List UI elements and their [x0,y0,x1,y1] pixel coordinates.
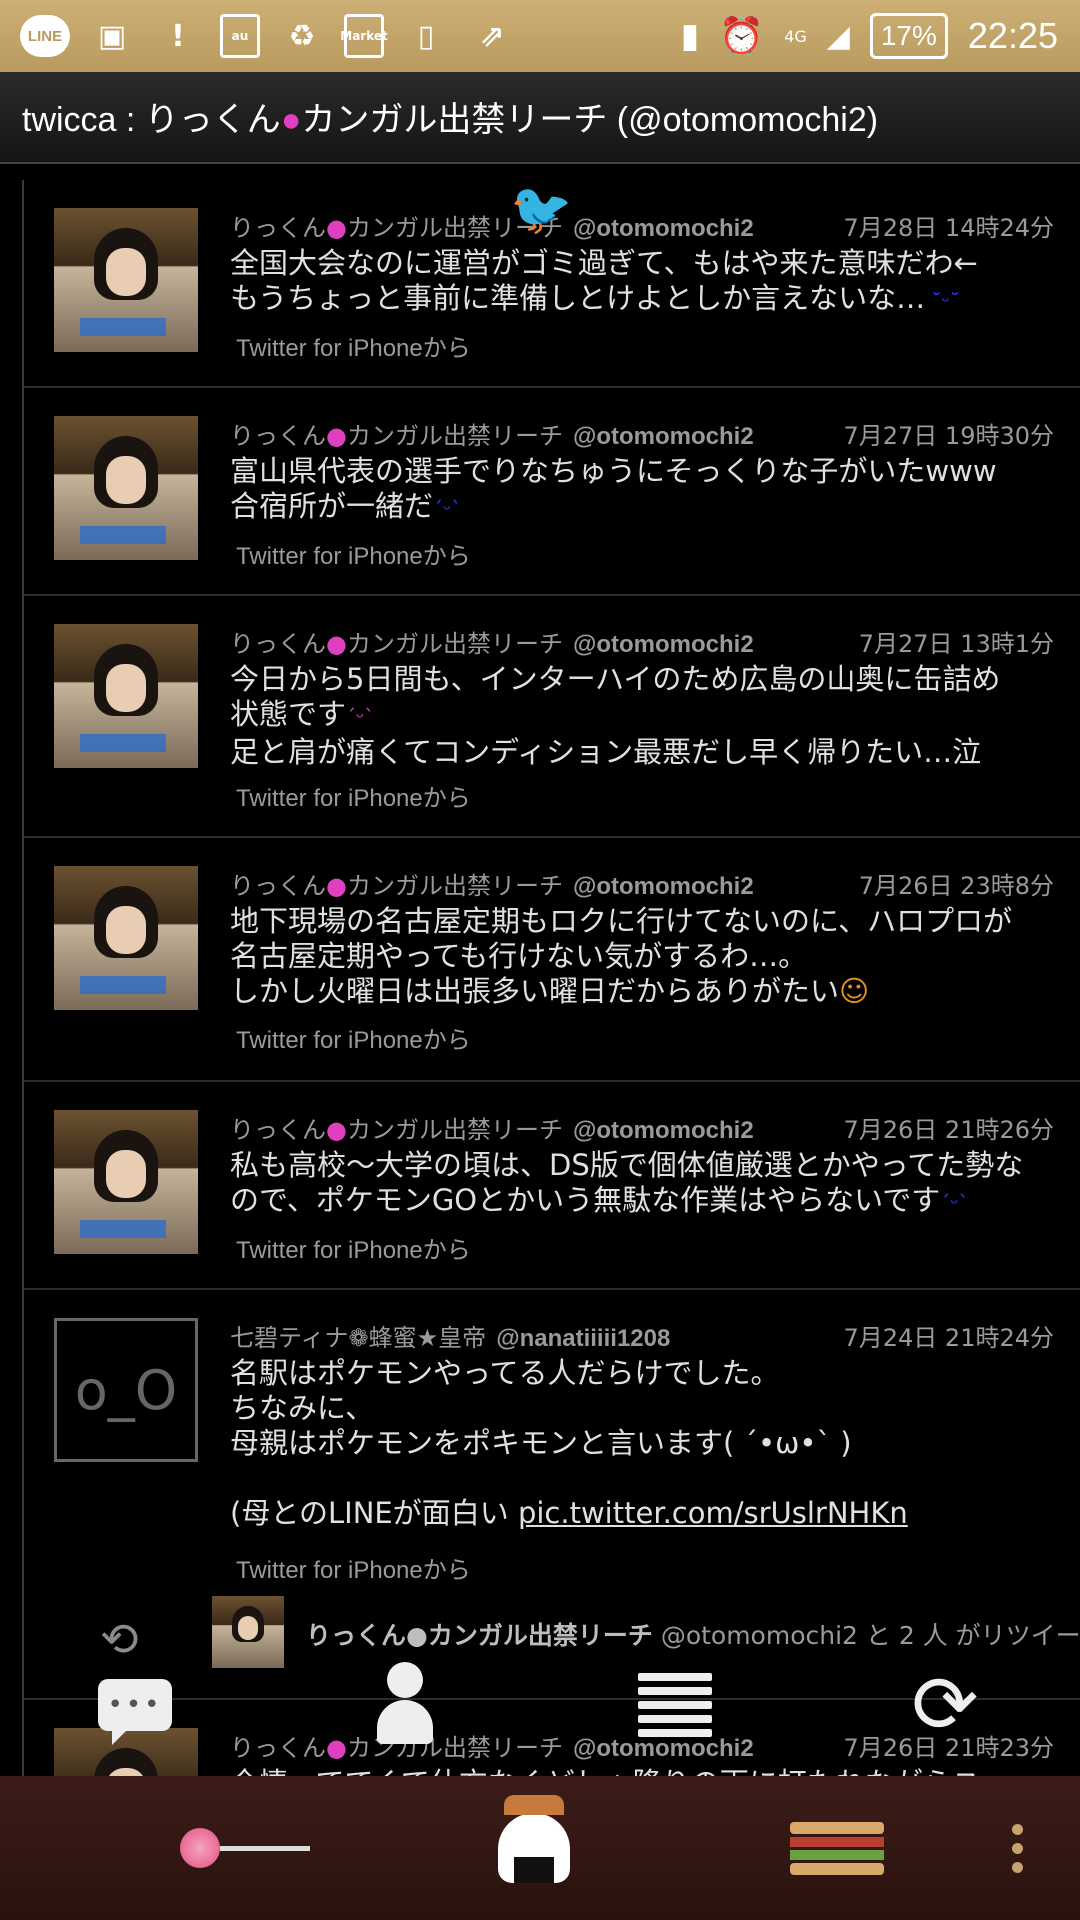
tweet-source: Twitter for iPhoneから [236,1557,471,1584]
peach-icon: ● [406,1621,428,1650]
clock: 22:25 [967,15,1058,56]
title-bar: twicca : りっくん●カンガル出禁リーチ (@otomomochi2) [0,72,1080,164]
overflow-menu-button[interactable] [1012,1806,1023,1890]
bottom-nav [0,1776,1080,1920]
network-indicator: 4G [784,26,807,46]
tweet-text: 地下現場の名古屋定期もロクに行けてないのに、ハロプロが 名古屋定期やっても行けな… [230,904,1013,1008]
timeline[interactable]: りっくん●カンガル出禁リーチ @otomomochi2 7月28日 14時24分 … [22,180,1080,1776]
tweet-author: りっくん●カンガル出禁リーチ [230,422,563,450]
battery-indicator: 17% [869,13,948,59]
tweet-handle[interactable]: @otomomochi2 [573,1117,754,1144]
tweet-time: 7月28日 14時24分 [843,214,1054,242]
tweet-text: 名駅はポケモンやってる人だらけでした。 ちなみに、 母親はポケモンをポキモンと言… [230,1356,908,1530]
refresh-icon: ⟳ [911,1658,979,1751]
tweet-handle[interactable]: @nanatiiiii1208 [496,1325,670,1352]
tweet-handle[interactable]: @otomomochi2 [573,423,754,450]
sandwich-icon [790,1821,884,1875]
tweet-header: りっくん●カンガル出禁リーチ @otomomochi2 7月27日 19時30分 [230,416,1054,452]
avatar[interactable] [54,624,198,768]
tweet-item[interactable]: o_O 七碧ティナ❁蜂蜜★皇帝 @nanatiiiii1208 7月24日 21時… [24,1290,1080,1700]
tweet-link[interactable]: pic.twitter.com/srUslrNHKn [518,1496,908,1530]
nav-back-button[interactable] [180,1806,310,1890]
tweet-header: 七碧ティナ❁蜂蜜★皇帝 @nanatiiiii1208 7月24日 21時24分 [230,1318,1054,1354]
tweet-item[interactable]: りっくん●カンガル出禁リーチ @otomomochi2 7月27日 19時30分 … [24,388,1080,596]
vibrate-icon: ▮ [680,16,700,56]
tweet-header: りっくん●カンガル出禁リーチ @otomomochi2 7月26日 21時26分 [230,1110,1054,1146]
nav-recents-button[interactable] [790,1806,884,1890]
share-icon: ⇗ [479,18,505,54]
tweet-source: Twitter for iPhoneから [236,785,471,812]
peach-icon: ● [326,1116,347,1144]
compose-button[interactable]: ••• [90,1660,180,1750]
peach-icon: ● [280,101,302,139]
recycle-icon: ♻ [288,18,316,54]
tweet-time: 7月24日 21時24分 [843,1324,1054,1352]
tweet-handle[interactable]: @otomomochi2 [573,631,754,658]
person-icon [360,1660,450,1750]
tweet-source: Twitter for iPhoneから [236,543,471,570]
avatar[interactable]: o_O [54,1318,198,1462]
emoticon-icon: ˊᵕˋ [940,1191,969,1215]
tweet-time: 7月26日 21時26分 [843,1116,1054,1144]
avatar[interactable] [54,1110,198,1254]
retweet-text: りっくん●カンガル出禁リーチ @otomomochi2 と 2 人 がリツイート [306,1621,1080,1650]
twitter-bird-icon: 🐦 [510,180,573,238]
tweet-text: 全国大会なのに運営がゴミ過ぎて、もはや来た意味だわ← もうちょっと事前に準備しと… [230,246,978,315]
line-app-icon: LINE [20,15,70,57]
tweet-text: 私も高校〜大学の頃は、DS版で個体値厳選とかやってた勢な ので、ポケモンGOとか… [230,1148,1024,1217]
tweet-author: 七碧ティナ❁蜂蜜★皇帝 [230,1324,487,1352]
phone-sync-icon: ▯ [417,18,435,54]
list-icon [638,1673,712,1737]
peach-icon: ● [326,630,347,658]
tweet-item[interactable]: りっくん●カンガル出禁リーチ @otomomochi2 7月26日 23時8分 地… [24,838,1080,1082]
emoticon-icon: ˊᵕˋ [346,705,375,729]
tweet-text: 富山県代表の選手でりなちゅうにそっくりな子がいたwww 合宿所が一緒だˊᵕˋ [230,454,997,523]
chat-bubble-icon: ••• [98,1679,172,1745]
tweet-author: りっくん●カンガル出禁リーチ [230,1116,563,1144]
page-title: twicca : りっくん●カンガル出禁リーチ (@otomomochi2) [22,92,878,141]
tweet-header: りっくん●カンガル出禁リーチ @otomomochi2 7月27日 13時1分 [230,624,1054,660]
status-bar: LINE ▣ ! au ♻ Market ▯ ⇗ ▮ ⏰ 4G ◢ 17% 22… [0,0,1080,72]
tweet-handle[interactable]: @otomomochi2 [573,873,754,900]
tweet-author: りっくん●カンガル出禁リーチ [230,872,563,900]
tweet-time: 7月27日 13時1分 [858,630,1054,658]
tweet-header: りっくん●カンガル出禁リーチ @otomomochi2 7月26日 23時8分 [230,866,1054,902]
avatar[interactable] [54,866,198,1010]
peach-icon: ● [326,422,347,450]
smile-emoji-icon: ☺ [839,974,870,1008]
tweet-item[interactable]: りっくん●カンガル出禁リーチ @otomomochi2 7月26日 21時26分 … [24,1082,1080,1290]
emoticon-icon: ˘ᵕ˘ [925,289,960,313]
nav-home-button[interactable] [498,1795,570,1890]
onigiri-icon [498,1795,570,1883]
avatar[interactable] [54,208,198,352]
emoticon-icon: ˊᵕˋ [433,497,462,521]
more-vert-icon [1012,1823,1023,1873]
peach-icon: ● [326,214,347,242]
tweet-source: Twitter for iPhoneから [236,335,471,362]
tweet-source: Twitter for iPhoneから [236,1027,471,1054]
lists-button[interactable] [630,1660,720,1750]
au-icon: au [220,14,260,58]
title-prefix: twicca : りっくん [22,101,281,139]
warning-icon: ! [171,18,185,54]
signal-icon: ◢ [826,18,850,54]
title-suffix: カンガル出禁リーチ (@otomomochi2) [301,101,879,139]
tweet-time: 7月27日 19時30分 [843,422,1054,450]
market-icon: Market [340,14,388,58]
tweet-item[interactable]: りっくん●カンガル出禁リーチ @otomomochi2 7月27日 13時1分 今… [24,596,1080,838]
tweet-header: りっくん●カンガル出禁リーチ @otomomochi2 7月28日 14時24分 [230,208,1054,244]
tweet-time: 7月26日 23時8分 [858,872,1054,900]
profile-button[interactable] [360,1660,450,1750]
tweet-author: りっくん●カンガル出禁リーチ [230,630,563,658]
refresh-button[interactable]: ⟳ [900,1660,990,1750]
tweet-text: 今日から5日間も、インターハイのため広島の山奥に缶詰め 状態ですˊᵕˋ 足と肩が… [230,662,1001,769]
alarm-icon: ⏰ [719,16,765,57]
peach-icon: ● [326,872,347,900]
avatar[interactable] [54,416,198,560]
tweet-source: Twitter for iPhoneから [236,1237,471,1264]
gallery-icon: ▣ [97,18,127,54]
tweet-handle[interactable]: @otomomochi2 [573,215,754,242]
action-bar: ••• ⟳ [0,1650,1080,1780]
lollipop-icon [180,1828,310,1868]
